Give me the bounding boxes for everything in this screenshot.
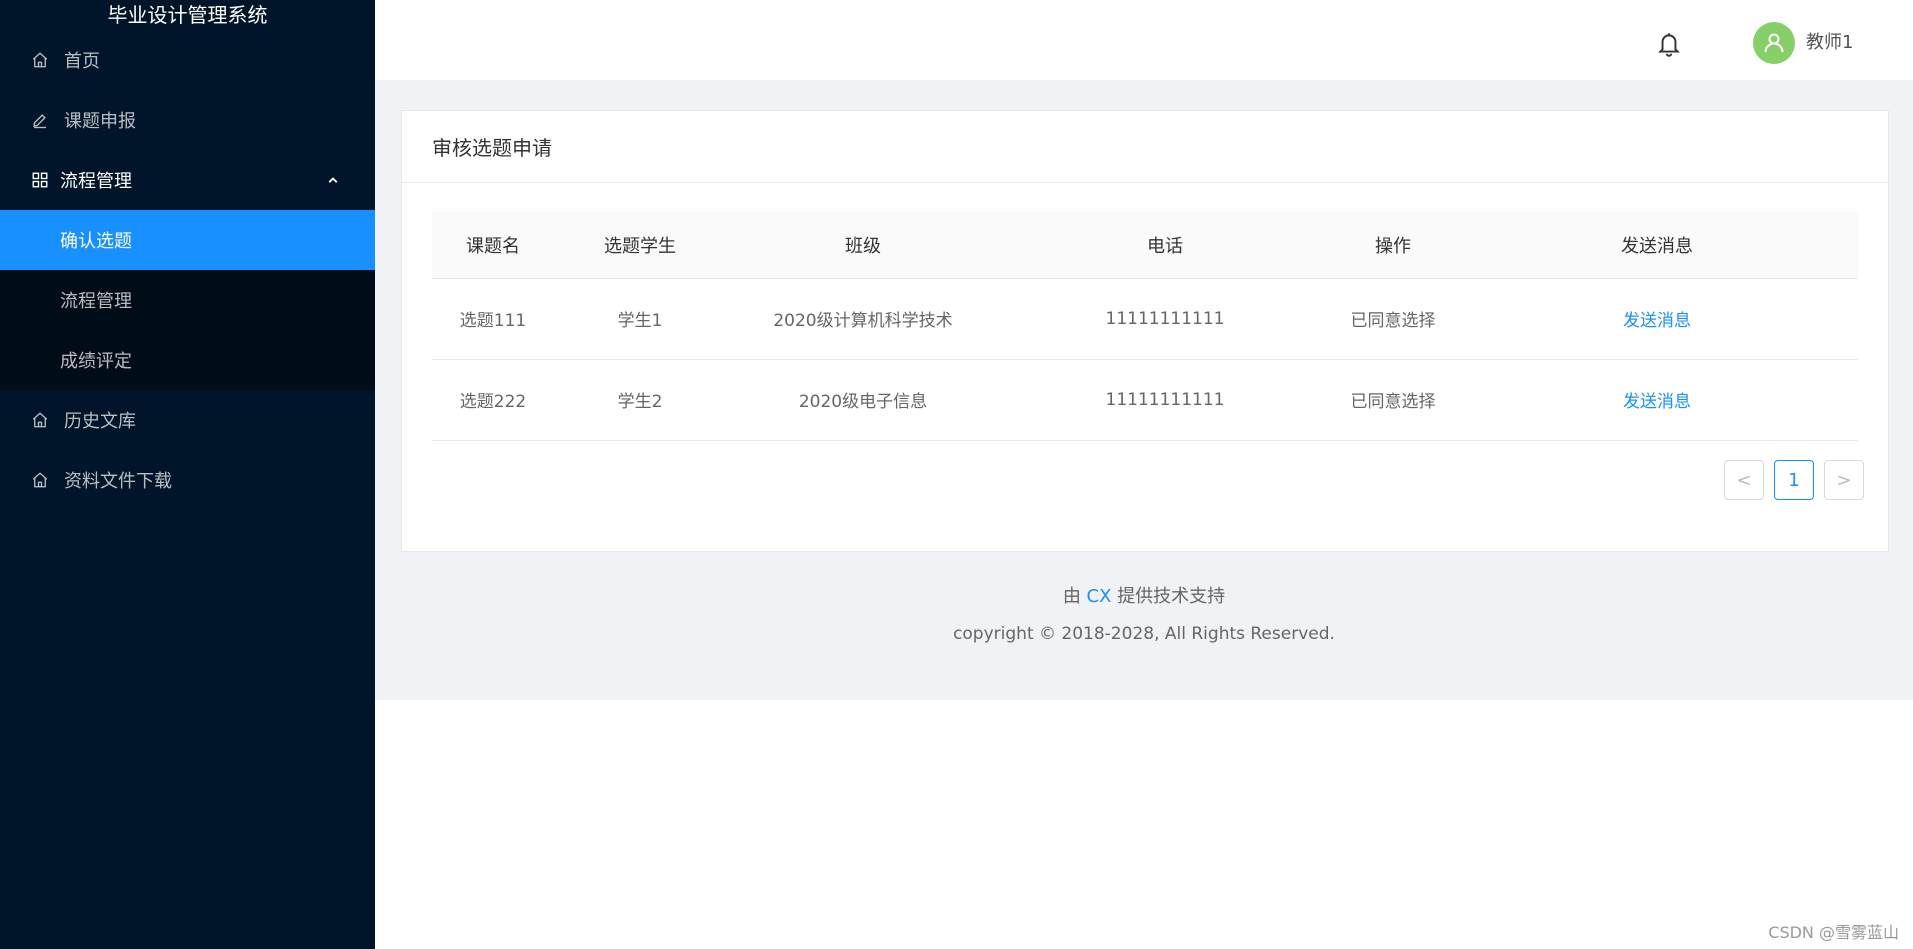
bell-icon[interactable] bbox=[1656, 30, 1682, 58]
pagination: < 1 > bbox=[1724, 460, 1864, 500]
sidebar-item-home[interactable]: 首页 bbox=[0, 30, 375, 90]
table-row: 选题111 学生1 2020级计算机科学技术 11111111111 已同意选择… bbox=[432, 278, 1858, 360]
sidebar-item-history[interactable]: 历史文库 bbox=[0, 390, 375, 450]
watermark: CSDN @雪雾蓝山 bbox=[1768, 923, 1899, 942]
username[interactable]: 教师1 bbox=[1806, 28, 1853, 54]
sidebar-item-grading[interactable]: 成绩评定 bbox=[0, 330, 375, 390]
sidebar-item-process-manage[interactable]: 流程管理 bbox=[0, 270, 375, 330]
table-header-row: 课题名 选题学生 班级 电话 操作 发送消息 bbox=[432, 212, 1858, 279]
copyright: copyright © 2018-2028, All Rights Reserv… bbox=[953, 624, 1335, 644]
chevron-up-icon bbox=[323, 170, 343, 190]
sidebar-group-process[interactable]: 流程管理 bbox=[0, 150, 375, 210]
cell-status: 已同意选择 bbox=[1330, 359, 1456, 441]
cell-action: 发送消息 bbox=[1456, 278, 1858, 360]
card-title: 审核选题申请 bbox=[402, 111, 1888, 183]
footer-suffix: 提供技术支持 bbox=[1117, 586, 1226, 607]
sidebar-item-label: 课题申报 bbox=[64, 111, 136, 132]
sidebar-item-label: 历史文库 bbox=[64, 411, 136, 432]
sidebar-item-confirm-topic[interactable]: 确认选题 bbox=[0, 210, 375, 270]
sidebar-menu: 首页 课题申报 流程管理 确认选题 流程管理 成绩评定 历史文库 资料文件下载 bbox=[0, 30, 375, 510]
send-message-link[interactable]: 发送消息 bbox=[1623, 311, 1691, 331]
app-title: 毕业设计管理系统 bbox=[107, 3, 268, 27]
cell-phone: 11111111111 bbox=[1000, 278, 1330, 360]
column-header: 发送消息 bbox=[1456, 212, 1858, 279]
prev-page-button[interactable]: < bbox=[1724, 460, 1764, 500]
sidebar-item-label: 流程管理 bbox=[60, 171, 132, 192]
column-header: 电话 bbox=[1000, 212, 1330, 279]
cell-phone: 11111111111 bbox=[1000, 359, 1330, 441]
main-content: 审核选题申请 课题名 选题学生 班级 电话 操作 发送消息 选题111 学生1 … bbox=[375, 80, 1913, 700]
top-header: 教师1 bbox=[375, 0, 1913, 80]
cell-action: 发送消息 bbox=[1456, 359, 1858, 441]
sidebar-submenu-process: 确认选题 流程管理 成绩评定 bbox=[0, 210, 375, 390]
cell-class: 2020级计算机科学技术 bbox=[726, 278, 1000, 360]
sidebar-item-downloads[interactable]: 资料文件下载 bbox=[0, 450, 375, 510]
next-page-button[interactable]: > bbox=[1824, 460, 1864, 500]
appstore-icon bbox=[30, 170, 50, 190]
avatar[interactable] bbox=[1753, 22, 1795, 64]
cell-topic: 选题111 bbox=[432, 278, 554, 360]
send-message-link[interactable]: 发送消息 bbox=[1623, 392, 1691, 412]
column-header: 操作 bbox=[1330, 212, 1456, 279]
home-icon bbox=[30, 470, 50, 490]
cell-topic: 选题222 bbox=[432, 359, 554, 441]
column-header: 课题名 bbox=[432, 212, 554, 279]
cell-class: 2020级电子信息 bbox=[726, 359, 1000, 441]
cell-status: 已同意选择 bbox=[1330, 278, 1456, 360]
home-icon bbox=[30, 50, 50, 70]
review-card: 审核选题申请 课题名 选题学生 班级 电话 操作 发送消息 选题111 学生1 … bbox=[401, 110, 1889, 552]
edit-icon bbox=[30, 110, 50, 130]
column-header: 班级 bbox=[726, 212, 1000, 279]
column-header: 选题学生 bbox=[554, 212, 726, 279]
footer: 由 CX 提供技术支持 copyright © 2018-2028, All R… bbox=[375, 582, 1913, 644]
home-icon bbox=[30, 410, 50, 430]
footer-link[interactable]: CX bbox=[1087, 586, 1112, 607]
user-icon bbox=[1764, 33, 1784, 53]
cell-student: 学生2 bbox=[554, 359, 726, 441]
applications-table: 课题名 选题学生 班级 电话 操作 发送消息 选题111 学生1 2020级计算… bbox=[432, 212, 1858, 441]
sidebar-item-topic-apply[interactable]: 课题申报 bbox=[0, 90, 375, 150]
sidebar-item-label: 资料文件下载 bbox=[64, 471, 172, 492]
page-number-button[interactable]: 1 bbox=[1774, 460, 1814, 500]
footer-prefix: 由 bbox=[1062, 586, 1081, 607]
cell-student: 学生1 bbox=[554, 278, 726, 360]
table-row: 选题222 学生2 2020级电子信息 11111111111 已同意选择 发送… bbox=[432, 359, 1858, 441]
sidebar-item-label: 首页 bbox=[64, 51, 100, 72]
sidebar: 毕业设计管理系统 首页 课题申报 流程管理 确认选题 流程管理 成绩评定 历史文… bbox=[0, 0, 375, 949]
